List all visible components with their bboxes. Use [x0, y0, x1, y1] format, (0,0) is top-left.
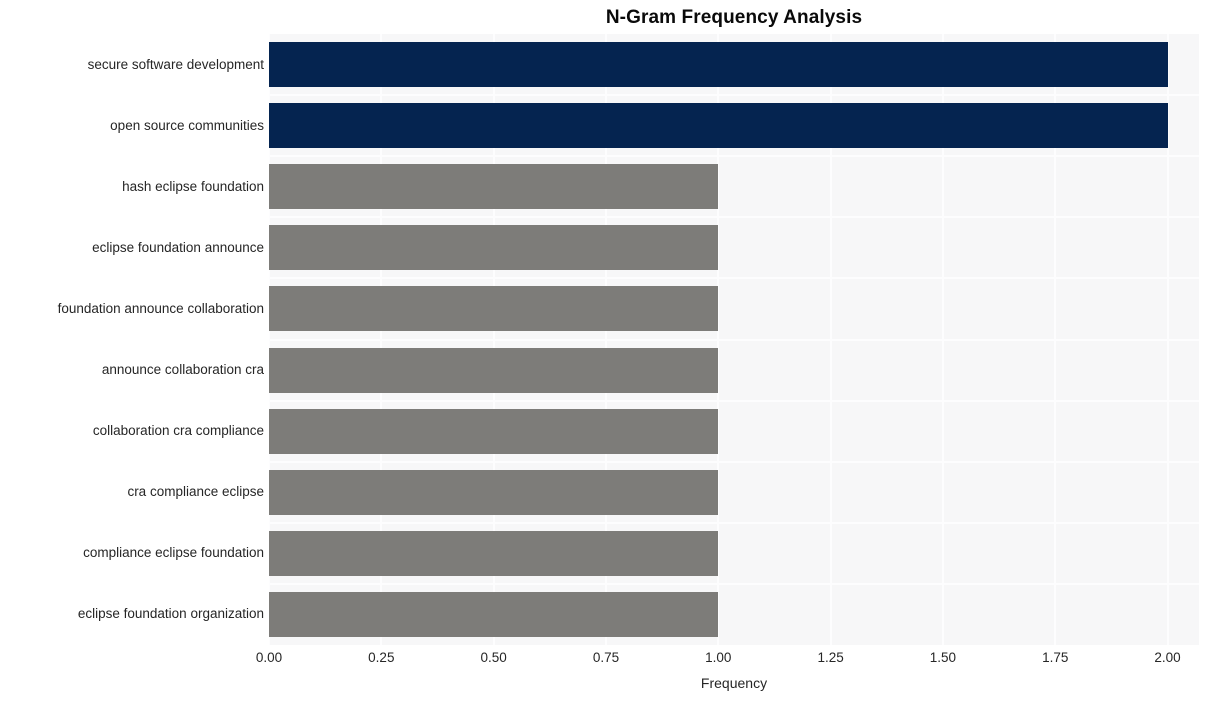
- bar[interactable]: [269, 286, 719, 332]
- x-axis-tick-label: 0.75: [592, 650, 620, 665]
- chart-figure: N-Gram Frequency Analysis secure softwar…: [0, 0, 1209, 701]
- x-axis-tick-label: 0.50: [480, 650, 507, 665]
- y-axis-tick-label: compliance eclipse foundation: [83, 545, 264, 561]
- y-axis-tick-label: secure software development: [87, 56, 264, 72]
- y-gridline: [269, 216, 1199, 219]
- bar[interactable]: [269, 347, 719, 393]
- x-axis-tick-label: 1.00: [705, 650, 732, 665]
- bar[interactable]: [269, 530, 719, 576]
- y-gridline: [269, 460, 1199, 463]
- y-axis-tick-label: eclipse foundation organization: [77, 606, 264, 622]
- y-gridline: [269, 399, 1199, 402]
- y-gridline: [269, 521, 1199, 524]
- y-axis-tick-label: foundation announce collaboration: [57, 300, 264, 316]
- bar[interactable]: [269, 164, 719, 210]
- x-axis-title: Frequency: [700, 675, 768, 691]
- y-axis-tick-label: collaboration cra compliance: [92, 423, 264, 439]
- y-axis-tick-label: open source communities: [110, 117, 264, 133]
- chart-title: N-Gram Frequency Analysis: [605, 7, 863, 28]
- bar[interactable]: [269, 225, 719, 271]
- y-gridline: [269, 155, 1199, 158]
- y-gridline: [269, 94, 1199, 97]
- bar[interactable]: [269, 591, 719, 637]
- x-axis-tick-label: 1.25: [817, 650, 844, 665]
- x-axis-tick-label: 0.00: [255, 650, 283, 665]
- y-gridline: [269, 277, 1199, 280]
- y-axis-tick-label: cra compliance eclipse: [127, 484, 264, 500]
- bar[interactable]: [269, 408, 719, 454]
- x-axis-tick-label: 1.50: [929, 650, 957, 665]
- x-axis-tick-label: 0.25: [368, 650, 395, 665]
- x-axis-tick-label: 2.00: [1154, 650, 1181, 665]
- plot-area: [269, 34, 1199, 645]
- bar[interactable]: [269, 42, 1168, 88]
- bar[interactable]: [269, 469, 719, 515]
- y-axis-tick-label: hash eclipse foundation: [122, 178, 264, 194]
- y-axis-tick-label: announce collaboration cra: [101, 362, 264, 378]
- y-axis-tick-label: eclipse foundation announce: [92, 239, 264, 255]
- x-axis-tick-label: 1.75: [1042, 650, 1069, 665]
- bar[interactable]: [269, 103, 1168, 149]
- y-gridline: [269, 582, 1199, 585]
- y-gridline: [269, 338, 1199, 341]
